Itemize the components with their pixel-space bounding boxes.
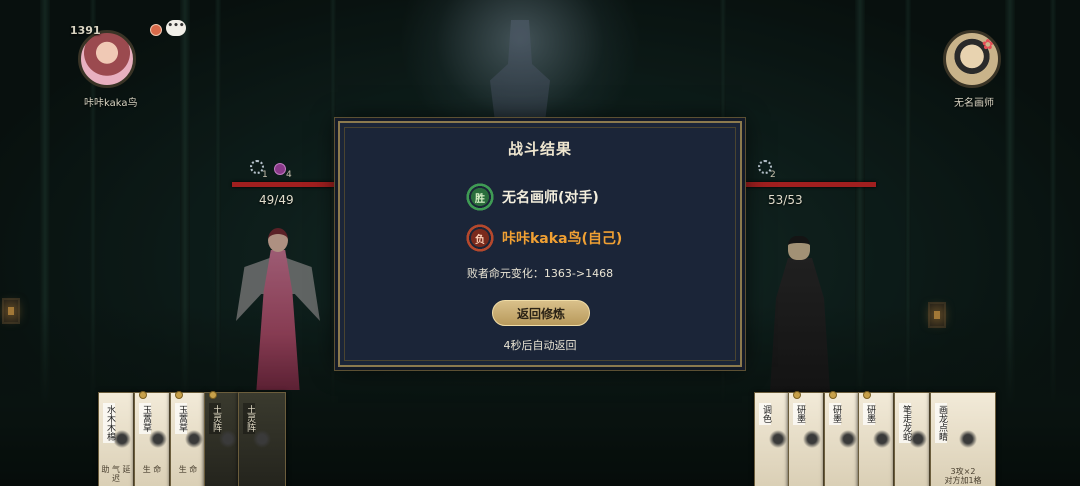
chat-bubble-icon[interactable]: •••: [166, 20, 186, 36]
card-gem-icon: [139, 391, 147, 399]
card-gem-icon: [793, 391, 801, 399]
opponent-card: 调色: [754, 392, 790, 486]
opponent-name: 无名画师: [954, 98, 994, 109]
emote-icon[interactable]: [150, 24, 162, 36]
card-name: 研墨: [793, 403, 805, 425]
loser-row: 负 咔咔kaka鸟(自己): [466, 224, 622, 252]
card-gem-icon: [175, 391, 183, 399]
opponent-card: 研墨: [858, 391, 894, 486]
self-hp-text: 49/49: [259, 193, 294, 207]
card-art: [149, 427, 167, 451]
self-badge-b: 4: [286, 170, 292, 180]
opponent-hp-bar: [740, 182, 876, 187]
card-gem-icon: [829, 391, 837, 399]
card-art: [873, 427, 891, 451]
opponent-card: 画龙点睛 3攻×2 对方加1格: [930, 392, 996, 486]
card-art: [803, 427, 821, 451]
battle-result-dialog: 战斗结果 胜 无名画师(对手) 负 咔咔kaka鸟(自己) 败者命元变化：136…: [338, 121, 742, 367]
auto-return-countdown: 4秒后自动返回: [503, 339, 577, 352]
card-gem-icon: [209, 391, 217, 399]
card-name: 画龙点睛: [935, 403, 947, 443]
opp-badge: 2: [770, 170, 776, 180]
card-art: [185, 427, 203, 451]
card-gem-icon: [863, 391, 871, 399]
card-text: 生 命: [142, 465, 162, 474]
card-art: [839, 427, 857, 451]
self-badge-a: 1: [262, 170, 268, 180]
loser-name: 咔咔kaka鸟(自己): [502, 231, 623, 247]
hand-card[interactable]: 玉蒿草 生 命: [170, 391, 206, 486]
hand-card[interactable]: 土灵阵: [204, 391, 240, 486]
opponent-avatar[interactable]: ✿: [943, 30, 1001, 88]
card-art: [253, 427, 271, 451]
card-art: [769, 427, 787, 451]
card-text: 生 命: [178, 465, 198, 474]
self-avatar[interactable]: [78, 30, 136, 88]
opponent-hp-text: 53/53: [768, 193, 803, 207]
opponent-card: 研墨: [788, 391, 824, 486]
hand-card[interactable]: 玉蒿草 生 命: [134, 391, 170, 486]
card-text: 3攻×2 对方加1格: [944, 467, 982, 485]
card-art: [113, 427, 131, 451]
win-badge-icon: 胜: [466, 183, 494, 211]
card-name: 研墨: [829, 403, 841, 425]
orb-icon: [274, 163, 286, 175]
hand-card[interactable]: 水木木棉 助 气 延迟: [98, 392, 134, 486]
opponent-card: 研墨: [824, 391, 860, 486]
card-text: 助 气 延迟: [101, 465, 131, 483]
card-art: [219, 427, 237, 451]
lose-badge-icon: 负: [466, 224, 494, 252]
card-art: [959, 427, 977, 451]
card-art: [909, 427, 927, 451]
winner-name: 无名画师(对手): [502, 190, 599, 206]
flower-icon: ✿: [982, 37, 994, 53]
self-rating: 1391: [70, 24, 101, 37]
self-name: 咔咔kaka鸟: [84, 98, 138, 109]
card-name: 调色: [759, 403, 771, 425]
card-name: 研墨: [863, 403, 875, 425]
winner-row: 胜 无名画师(对手): [466, 183, 599, 211]
opponent-card: 笔走龙蛇: [894, 392, 930, 486]
hand-card[interactable]: 土灵阵: [238, 392, 286, 486]
return-to-training-button[interactable]: 返回修炼: [492, 300, 590, 326]
dialog-title: 战斗结果: [507, 140, 572, 158]
rating-change-text: 败者命元变化：1363->1468: [466, 267, 614, 280]
self-hp-bar: [232, 182, 342, 187]
